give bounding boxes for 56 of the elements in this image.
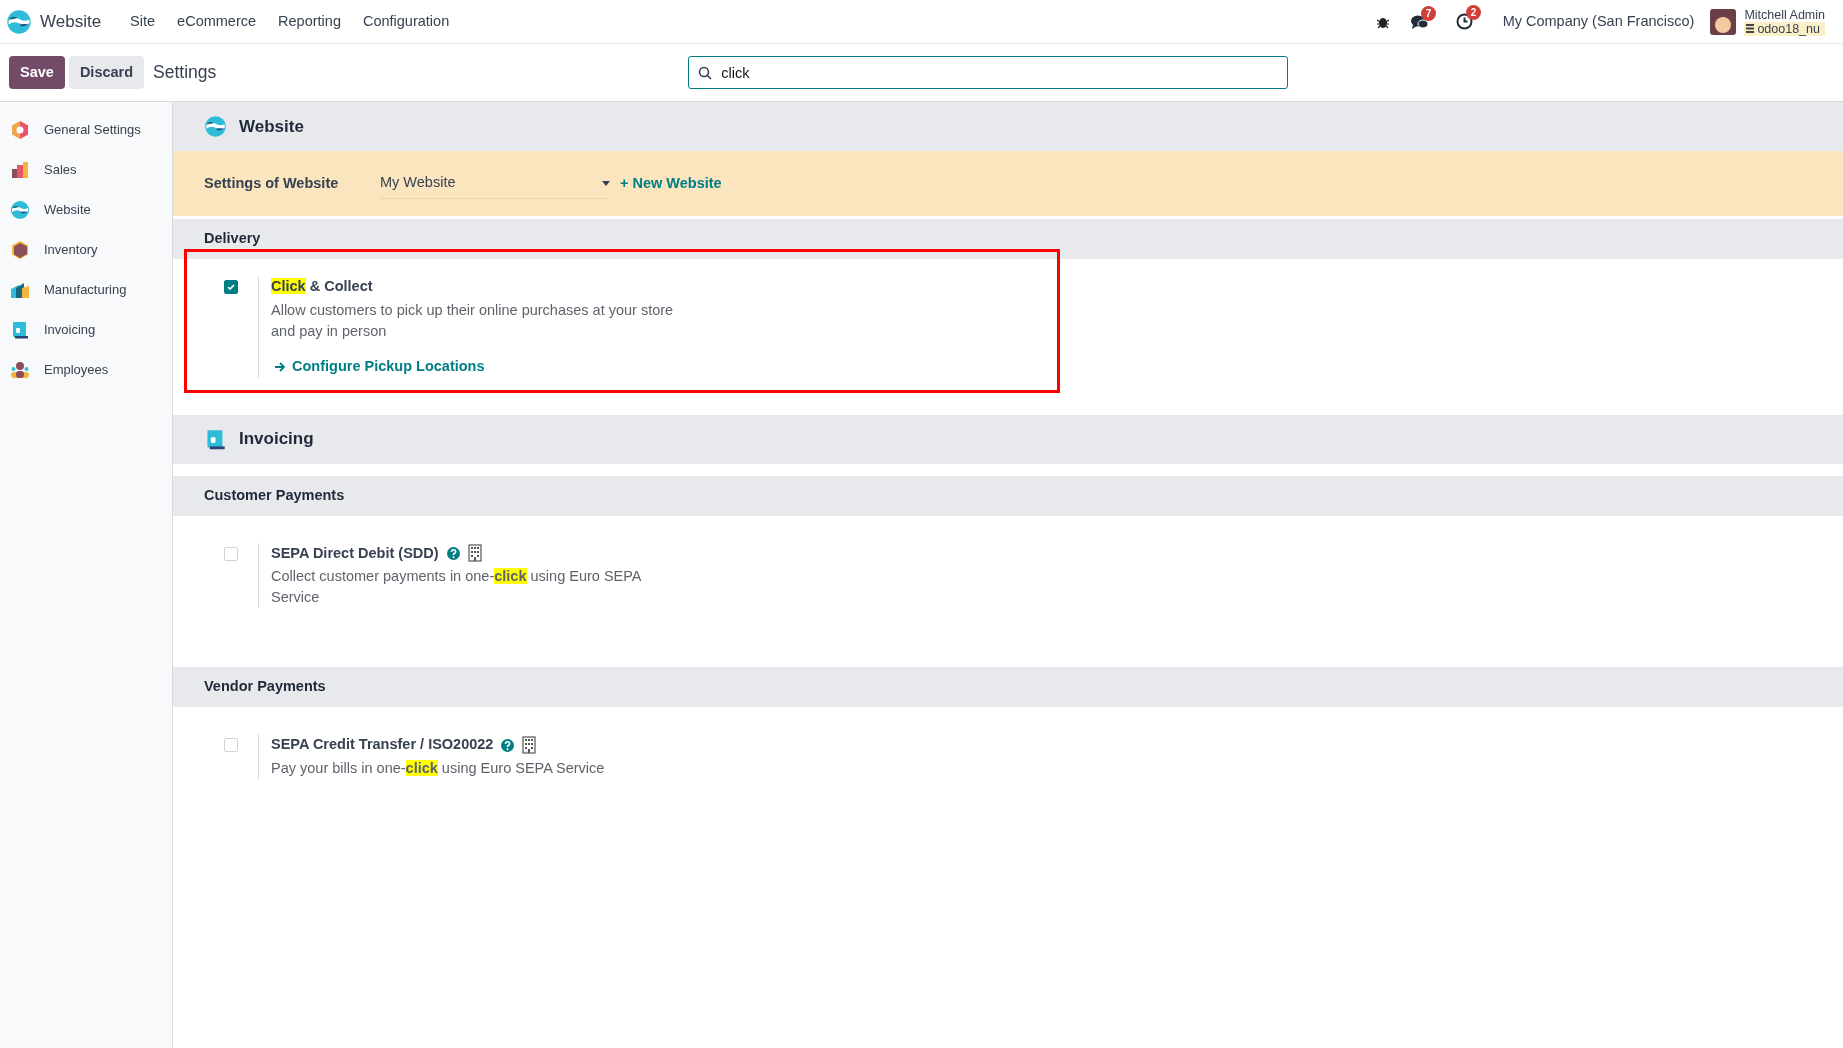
sidebar-item[interactable]: Sales	[0, 150, 172, 190]
new-website-link[interactable]: + New Website	[620, 172, 722, 195]
database-name: odoo18_nu	[1744, 21, 1825, 36]
activity-count-badge: 2	[1465, 5, 1482, 20]
menu-item[interactable]: eCommerce	[166, 10, 268, 33]
hexagon-ring-icon	[10, 120, 30, 140]
user-name[interactable]: Mitchell Admin	[1744, 7, 1825, 22]
arrow-right-icon	[274, 360, 286, 373]
setting-description: Allow customers to pick up their online purchases at your store and pay in person	[271, 300, 675, 341]
clock-icon[interactable]	[1455, 13, 1473, 30]
search-icon	[698, 66, 713, 80]
people-icon	[10, 360, 30, 380]
factory-icon	[10, 280, 30, 300]
sidebar-item[interactable]: Inventory	[0, 230, 172, 270]
app-title: Website	[239, 115, 304, 138]
checkbox[interactable]	[224, 280, 238, 294]
help-icon[interactable]	[446, 546, 460, 560]
check-icon	[226, 282, 236, 292]
menu-item[interactable]: Reporting	[267, 10, 352, 33]
app-title: Invoicing	[239, 428, 314, 451]
sidebar-item[interactable]: Invoicing	[0, 310, 172, 350]
save-button[interactable]: Save	[9, 56, 65, 89]
section-header: Vendor Payments	[173, 667, 1843, 708]
wave-circle-icon	[10, 200, 30, 220]
sidebar-item[interactable]: General Settings	[0, 110, 172, 150]
company-name[interactable]: My Company (San Francisco)	[1502, 10, 1695, 33]
section-header: Delivery	[173, 219, 1843, 259]
setting-description: Pay your bills in one-click using Euro SEPA Service	[271, 759, 606, 778]
field-label: Settings of Website	[204, 173, 340, 193]
message-count-badge: 7	[1420, 5, 1437, 21]
app-name[interactable]: Website	[40, 8, 102, 35]
sidebar-item[interactable]: Manufacturing	[0, 270, 172, 310]
invoice-icon	[204, 427, 227, 451]
sidebar-item[interactable]: Website	[0, 190, 172, 230]
bar-chart-icon	[10, 160, 30, 180]
setting-description: Collect customer payments in one-click using Euro SEPA Service	[271, 567, 643, 608]
search-field[interactable]: click	[688, 56, 1289, 89]
setting-title: Click & Collect	[271, 277, 373, 296]
page-title: Settings	[153, 61, 217, 85]
wave-circle-icon	[6, 8, 32, 35]
configure-link[interactable]: Configure Pickup Locations	[271, 355, 681, 378]
setting-title: SEPA Direct Debit (SDD)	[271, 543, 439, 563]
menu-item[interactable]: Site	[119, 10, 167, 33]
avatar[interactable]	[1710, 8, 1737, 35]
invoice-icon	[10, 320, 30, 340]
discard-button[interactable]: Discard	[68, 56, 145, 89]
cube-icon	[10, 240, 30, 260]
website-select[interactable]: My Website	[380, 168, 610, 199]
setting-title: SEPA Credit Transfer / ISO20022	[271, 735, 494, 755]
menu-item[interactable]: Configuration	[351, 10, 461, 33]
sidebar-item[interactable]: Employees	[0, 350, 172, 390]
wave-circle-icon	[204, 115, 227, 138]
help-icon[interactable]	[501, 738, 515, 752]
database-icon	[1746, 24, 1755, 33]
section-header: Customer Payments	[173, 475, 1843, 516]
caret-icon	[602, 180, 610, 186]
